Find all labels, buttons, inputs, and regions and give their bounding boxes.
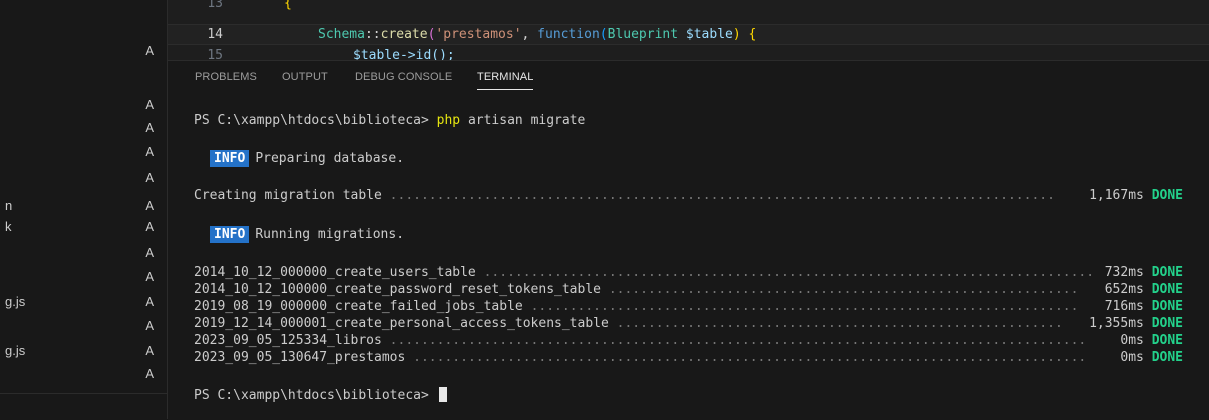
tab-terminal[interactable]: TERMINAL (477, 70, 534, 90)
git-status-added: A (145, 245, 154, 260)
migration-row: 2019_08_19_000000_create_failed_jobs_tab… (194, 299, 1079, 314)
sidebar-section-divider (0, 393, 167, 419)
file-item[interactable]: g.js A (0, 341, 167, 361)
explorer-sidebar: A A A A A nA kA A A g.js A A g.js A A (0, 0, 168, 419)
file-item[interactable]: A (0, 142, 167, 162)
code-text: $table->id(); (353, 48, 455, 60)
git-status-added: A (145, 318, 154, 333)
migration-row: 2023_09_05_130647_prestamos ............… (194, 350, 1087, 365)
info-badge: INFO (210, 226, 250, 243)
file-item[interactable]: kA (0, 217, 167, 237)
git-status-added: A (145, 343, 154, 358)
migration-row: 2014_10_12_100000_create_password_reset_… (194, 282, 1079, 297)
tab-problems[interactable]: PROBLEMS (195, 70, 257, 84)
migration-result: 0ms DONE (1120, 350, 1183, 365)
file-item[interactable]: A (0, 168, 167, 188)
file-item[interactable]: A (0, 316, 167, 336)
file-item[interactable]: A (0, 243, 167, 263)
migration-result: 732ms DONE (1104, 265, 1183, 280)
git-status-added: A (145, 97, 154, 112)
file-item[interactable]: nA (0, 196, 167, 216)
code-text: { (284, 0, 292, 11)
code-line: 13 { (168, 0, 1209, 13)
terminal-line-prompt: PS C:\xampp\htdocs\biblioteca> (194, 387, 447, 404)
tab-output[interactable]: OUTPUT (282, 70, 328, 84)
git-status-added: A (145, 120, 154, 135)
info-badge: INFO (210, 150, 250, 167)
tab-debug-console[interactable]: DEBUG CONSOLE (355, 70, 452, 84)
migration-row: 2019_12_14_000001_create_personal_access… (194, 316, 1063, 331)
terminal-line-info: INFO Running migrations. (210, 226, 404, 243)
git-status-added: A (145, 219, 154, 234)
migration-result: 1,355ms DONE (1089, 316, 1183, 331)
git-status-added: A (145, 294, 154, 309)
terminal-line-info: INFO Preparing database. (210, 150, 404, 167)
migration-result: 0ms DONE (1120, 333, 1183, 348)
panel-tabs: PROBLEMS OUTPUT DEBUG CONSOLE TERMINAL (168, 61, 1209, 93)
file-item[interactable]: g.js A (0, 292, 167, 312)
migration-row: 2014_10_12_000000_create_users_table ...… (194, 265, 1095, 280)
file-item[interactable]: A (0, 41, 167, 61)
git-status-added: A (145, 198, 154, 213)
bottom-panel: PROBLEMS OUTPUT DEBUG CONSOLE TERMINAL P… (168, 60, 1209, 420)
code-line: 15 $table->id(); (168, 46, 1209, 60)
file-item[interactable]: A (0, 95, 167, 115)
line-number: 15 (207, 48, 223, 60)
code-editor[interactable]: 13 { 14 Schema::create('prestamos', func… (168, 0, 1209, 60)
line-number: 14 (207, 27, 223, 42)
git-status-added: A (145, 43, 154, 58)
file-item[interactable]: A (0, 118, 167, 138)
migration-row: 2023_09_05_125334_libros ...............… (194, 333, 1087, 348)
migration-result: 652ms DONE (1104, 282, 1183, 297)
terminal-line-creating: Creating migration table ...............… (194, 188, 1055, 203)
terminal-cursor (438, 387, 447, 402)
git-status-added: A (145, 170, 154, 185)
git-status-added: A (145, 144, 154, 159)
terminal-line-command: PS C:\xampp\htdocs\biblioteca> php artis… (194, 113, 586, 128)
code-line-current: 14 Schema::create('prestamos', function(… (168, 24, 1209, 45)
terminal-result: 1,167ms DONE (1089, 188, 1183, 203)
git-status-added: A (145, 366, 154, 381)
terminal[interactable]: PS C:\xampp\htdocs\biblioteca> php artis… (168, 93, 1209, 420)
file-item[interactable]: A (0, 267, 167, 287)
file-item[interactable]: A (0, 364, 167, 384)
git-status-added: A (145, 269, 154, 284)
migration-result: 716ms DONE (1104, 299, 1183, 314)
code-text: Schema::create('prestamos', function(Blu… (318, 27, 757, 42)
line-number: 13 (207, 0, 223, 11)
